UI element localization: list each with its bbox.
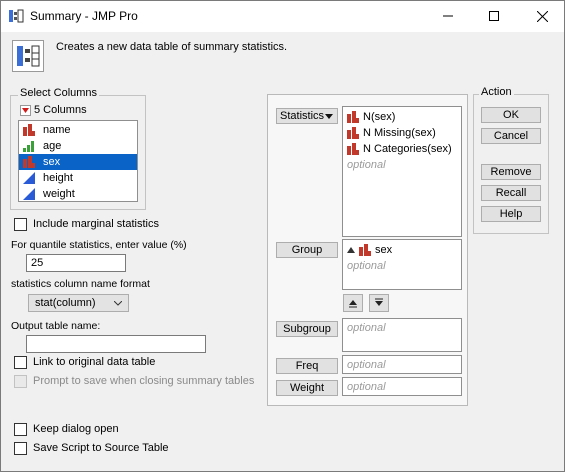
move-down-button[interactable] [369,294,389,312]
group-placeholder: optional [347,260,386,272]
group-button[interactable]: Group [276,242,338,258]
move-down-icon [375,298,383,306]
freq-list[interactable]: optional [342,355,462,374]
include-marginal-checkbox[interactable] [14,218,27,231]
format-dropdown[interactable]: stat(column) [28,294,129,312]
statistics-button-label: Statistics [280,110,325,122]
statistic-item[interactable]: N Categories(sex) [347,141,461,157]
freq-button[interactable]: Freq [276,358,338,374]
columns-count-label: 5 Columns [34,104,87,116]
subgroup-button[interactable]: Subgroup [276,321,338,337]
continuous-icon [23,172,35,184]
summary-table-icon [17,45,40,67]
column-item-weight[interactable]: weight [19,186,137,202]
output-table-label: Output table name: [11,320,101,332]
dialog-description: Creates a new data table of summary stat… [56,41,288,53]
nominal-icon [23,124,35,136]
minimize-button[interactable] [425,0,471,32]
nominal-icon [347,143,359,155]
jmp-summary-icon [9,9,24,23]
quantile-input[interactable]: 25 [26,254,126,272]
column-label: name [43,124,71,136]
nominal-icon [347,127,359,139]
column-item-age[interactable]: age [19,138,137,154]
weight-button[interactable]: Weight [276,380,338,396]
move-up-button[interactable] [343,294,363,312]
red-triangle-menu-icon [20,104,31,116]
chevron-down-icon [325,114,333,119]
group-item[interactable]: sex [347,242,461,258]
statistics-placeholder: optional [347,159,386,171]
statistic-item[interactable]: N(sex) [347,109,461,125]
columns-count-menu[interactable]: 5 Columns [20,104,87,116]
statistic-item[interactable]: N Missing(sex) [347,125,461,141]
prompt-save-checkbox[interactable] [14,375,27,388]
group-list[interactable]: sex optional [342,239,462,290]
close-icon [536,10,548,22]
quantile-label: For quantile statistics, enter value (%) [11,239,187,251]
group-item-label: sex [375,244,393,256]
statistic-label: N(sex) [363,111,396,123]
include-marginal-label: Include marginal statistics [33,218,159,230]
action-title: Action [479,86,514,98]
column-label: age [43,140,62,152]
move-up-icon [349,300,357,308]
column-label: weight [43,188,75,200]
statistics-list[interactable]: N(sex) N Missing(sex) N Categories(sex) … [342,106,462,237]
format-dropdown-value: stat(column) [35,297,96,309]
save-script-checkbox[interactable] [14,442,27,455]
minimize-icon [443,15,453,17]
nominal-icon [23,156,35,168]
continuous-icon [23,188,35,200]
statistics-button[interactable]: Statistics [276,108,338,124]
remove-button[interactable]: Remove [481,164,541,180]
nominal-icon [347,111,359,123]
column-label: height [43,172,73,184]
columns-list[interactable]: name age sex height weight [18,120,138,202]
select-columns-title: Select Columns [18,87,100,99]
ordinal-icon [23,141,34,152]
weight-list[interactable]: optional [342,377,462,396]
statistic-label: N Missing(sex) [363,127,436,139]
format-label: statistics column name format [11,278,150,290]
statistic-label: N Categories(sex) [363,143,452,155]
sort-ascending-icon [347,247,355,253]
cancel-button[interactable]: Cancel [481,128,541,144]
link-original-label: Link to original data table [33,356,156,368]
column-label: sex [43,156,61,168]
recall-button[interactable]: Recall [481,185,541,201]
chevron-down-icon [114,301,122,306]
column-item-height[interactable]: height [19,170,137,186]
keep-dialog-open-label: Keep dialog open [33,423,119,435]
window-title: Summary - JMP Pro [30,9,138,23]
output-table-input[interactable] [26,335,206,353]
platform-icon [12,40,44,72]
prompt-save-label: Prompt to save when closing summary tabl… [33,375,255,387]
help-button[interactable]: Help [481,206,541,222]
column-item-name[interactable]: name [19,122,137,138]
maximize-button[interactable] [471,0,517,32]
nominal-icon [359,244,371,256]
column-item-sex[interactable]: sex [19,154,137,170]
keep-dialog-open-checkbox[interactable] [14,423,27,436]
maximize-icon [489,11,499,21]
subgroup-list[interactable]: optional [342,318,462,352]
close-button[interactable] [519,0,565,32]
link-original-checkbox[interactable] [14,356,27,369]
ok-button[interactable]: OK [481,107,541,123]
save-script-label: Save Script to Source Table [33,442,169,454]
